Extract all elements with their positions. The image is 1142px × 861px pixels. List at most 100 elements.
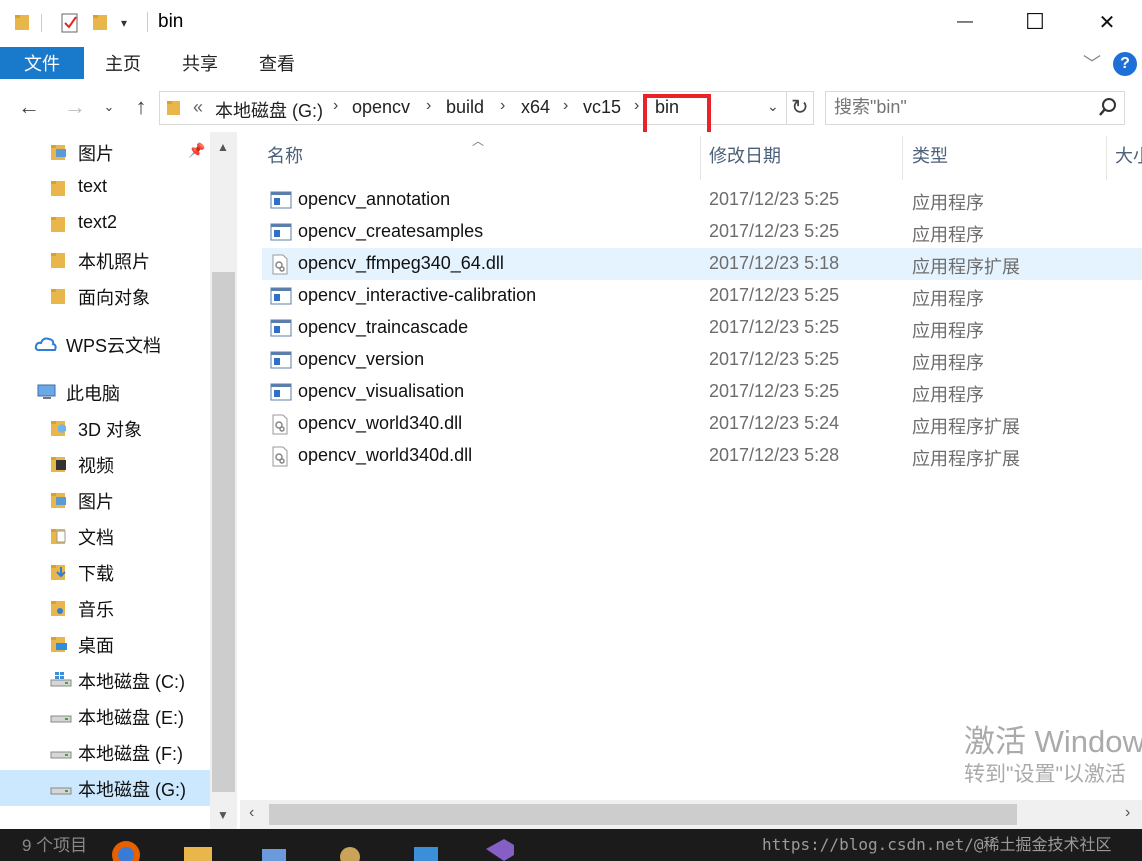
sidebar-item[interactable]: 图片 xyxy=(0,482,210,518)
horizontal-scrollbar[interactable]: ‹ › xyxy=(240,800,1142,829)
breadcrumb-build[interactable]: build xyxy=(446,97,484,118)
forward-button[interactable]: → xyxy=(60,92,90,122)
file-row[interactable]: opencv_visualisation 2017/12/23 5:25 应用程序 xyxy=(262,376,1142,408)
sidebar-item[interactable]: 本地磁盘 (G:) xyxy=(0,770,210,806)
recent-locations-button[interactable]: ⌄ xyxy=(100,92,118,122)
refresh-icon[interactable]: ↻ xyxy=(791,95,809,120)
search-box[interactable] xyxy=(825,91,1125,125)
chart-app-icon[interactable] xyxy=(408,837,444,861)
search-icon[interactable] xyxy=(1098,96,1118,123)
dll-icon xyxy=(270,254,290,275)
up-button[interactable]: ↑ xyxy=(127,92,155,122)
sidebar-item[interactable]: 本地磁盘 (F:) xyxy=(0,734,210,770)
scroll-right-icon[interactable]: › xyxy=(1125,804,1130,822)
tab-view[interactable]: 查看 xyxy=(259,47,295,79)
sidebar-item[interactable]: 3D 对象 xyxy=(0,410,210,446)
sidebar-item[interactable]: 本地磁盘 (C:) xyxy=(0,662,210,698)
column-header-name[interactable]: 名称 xyxy=(267,142,303,168)
chevron-right-icon[interactable]: › xyxy=(563,97,568,115)
dll-icon xyxy=(270,446,290,467)
windows-drive-icon xyxy=(50,670,72,690)
address-bar[interactable]: « 本地磁盘 (G:) › opencv › build › x64 › vc1… xyxy=(159,91,814,136)
customize-toolbar-icon[interactable]: ▾ xyxy=(121,16,127,30)
sidebar-item-label: 本地磁盘 (C:) xyxy=(78,672,185,692)
tab-share[interactable]: 共享 xyxy=(182,47,218,79)
search-input[interactable] xyxy=(834,97,1084,118)
sidebar-item[interactable]: 视频 xyxy=(0,446,210,482)
h-scroll-thumb[interactable] xyxy=(269,804,1017,825)
expand-ribbon-icon[interactable]: ﹀ xyxy=(1083,50,1101,76)
breadcrumb-opencv[interactable]: opencv xyxy=(352,97,410,118)
sidebar-item[interactable]: 此电脑 xyxy=(0,374,210,410)
file-row[interactable]: opencv_world340d.dll 2017/12/23 5:28 应用程序扩… xyxy=(262,440,1142,472)
activation-watermark-subtitle: 转到"设置"以激活 xyxy=(964,763,1126,786)
address-divider xyxy=(786,92,787,124)
file-row[interactable]: opencv_interactive-calibration 2017/12/23… xyxy=(262,280,1142,312)
column-header-date[interactable]: 修改日期 xyxy=(709,142,781,168)
column-header-type[interactable]: 类型 xyxy=(912,142,948,168)
nav-scroll-thumb[interactable] xyxy=(212,272,235,792)
breadcrumb-drive-g[interactable]: 本地磁盘 (G:) xyxy=(215,97,323,123)
tab-home[interactable]: 主页 xyxy=(105,47,141,79)
maximize-icon: ☐ xyxy=(1025,9,1045,34)
file-row[interactable]: opencv_world340.dll 2017/12/23 5:24 应用程序扩展 xyxy=(262,408,1142,440)
documents-folder-icon xyxy=(50,526,68,546)
sidebar-item[interactable]: WPS云文档 xyxy=(0,326,210,362)
column-header-size[interactable]: 大小 xyxy=(1115,142,1142,168)
file-name: opencv_world340.dll xyxy=(298,413,463,433)
sidebar-item[interactable]: 音乐 xyxy=(0,590,210,626)
sidebar-item[interactable]: text2 xyxy=(0,206,210,242)
sidebar-item[interactable]: 下载 xyxy=(0,554,210,590)
sidebar-item[interactable]: 本地磁盘 (E:) xyxy=(0,698,210,734)
close-button[interactable]: ✕ xyxy=(1072,0,1142,44)
tab-file[interactable]: 文件 xyxy=(0,47,84,79)
sidebar-item[interactable]: 面向对象 xyxy=(0,278,210,314)
address-history-chevron-icon[interactable]: ⌄ xyxy=(767,98,779,115)
maximize-button[interactable]: ☐ xyxy=(1000,0,1070,44)
column-divider[interactable] xyxy=(902,136,903,180)
file-type: 应用程序扩展 xyxy=(912,417,1020,437)
file-row[interactable]: opencv_ffmpeg340_64.dll 2017/12/23 5:18 应用… xyxy=(262,248,1142,280)
visual-studio-icon[interactable] xyxy=(482,837,518,861)
help-icon[interactable]: ? xyxy=(1113,52,1137,76)
folder-icon xyxy=(50,250,68,270)
firefox-icon[interactable] xyxy=(108,837,144,861)
sidebar-item[interactable]: 桌面 xyxy=(0,626,210,662)
chevron-right-icon[interactable]: › xyxy=(426,97,431,115)
properties-icon[interactable] xyxy=(60,12,78,33)
scroll-up-icon[interactable]: ▲ xyxy=(217,140,229,154)
sidebar-item[interactable]: text xyxy=(0,170,210,206)
breadcrumb-overflow[interactable]: « xyxy=(193,97,203,118)
close-icon: ✕ xyxy=(1098,11,1116,34)
sidebar-item[interactable]: 文档 xyxy=(0,518,210,554)
nav-scrollbar[interactable]: ▲ ▼ xyxy=(210,132,237,830)
scroll-down-icon[interactable]: ▼ xyxy=(217,808,229,822)
sidebar-item[interactable]: 本机照片 xyxy=(0,242,210,278)
minimize-button[interactable]: — xyxy=(930,0,1000,44)
scroll-left-icon[interactable]: ‹ xyxy=(249,804,254,822)
pin-icon[interactable]: 📌 xyxy=(188,142,205,159)
sidebar-item[interactable]: 图片 📌 xyxy=(0,134,210,170)
file-row[interactable]: opencv_version 2017/12/23 5:25 应用程序 xyxy=(262,344,1142,376)
file-date: 2017/12/23 5:25 xyxy=(709,221,840,241)
chevron-right-icon[interactable]: › xyxy=(500,97,505,115)
breadcrumb-x64[interactable]: x64 xyxy=(521,97,550,118)
file-row[interactable]: opencv_createsamples 2017/12/23 5:25 应用程序 xyxy=(262,216,1142,248)
file-row[interactable]: opencv_annotation 2017/12/23 5:25 应用程序 xyxy=(262,184,1142,216)
paint-icon[interactable] xyxy=(332,837,368,861)
3d-objects-folder-icon xyxy=(50,418,68,438)
new-folder-icon[interactable] xyxy=(92,12,110,32)
breadcrumb-vc15[interactable]: vc15 xyxy=(583,97,621,118)
file-name: opencv_interactive-calibration xyxy=(298,285,537,305)
file-type: 应用程序 xyxy=(912,321,984,341)
item-count: 9 个项目 xyxy=(22,836,88,855)
column-divider[interactable] xyxy=(1106,136,1107,180)
app-icon[interactable] xyxy=(256,837,292,861)
chevron-right-icon[interactable]: › xyxy=(333,97,338,115)
file-row[interactable]: opencv_traincascade 2017/12/23 5:25 应用程序 xyxy=(262,312,1142,344)
videos-folder-icon xyxy=(50,454,68,474)
file-explorer-icon[interactable] xyxy=(180,837,216,861)
back-button[interactable]: ← xyxy=(14,92,44,122)
column-divider[interactable] xyxy=(700,136,701,180)
chevron-right-icon[interactable]: › xyxy=(634,97,639,115)
